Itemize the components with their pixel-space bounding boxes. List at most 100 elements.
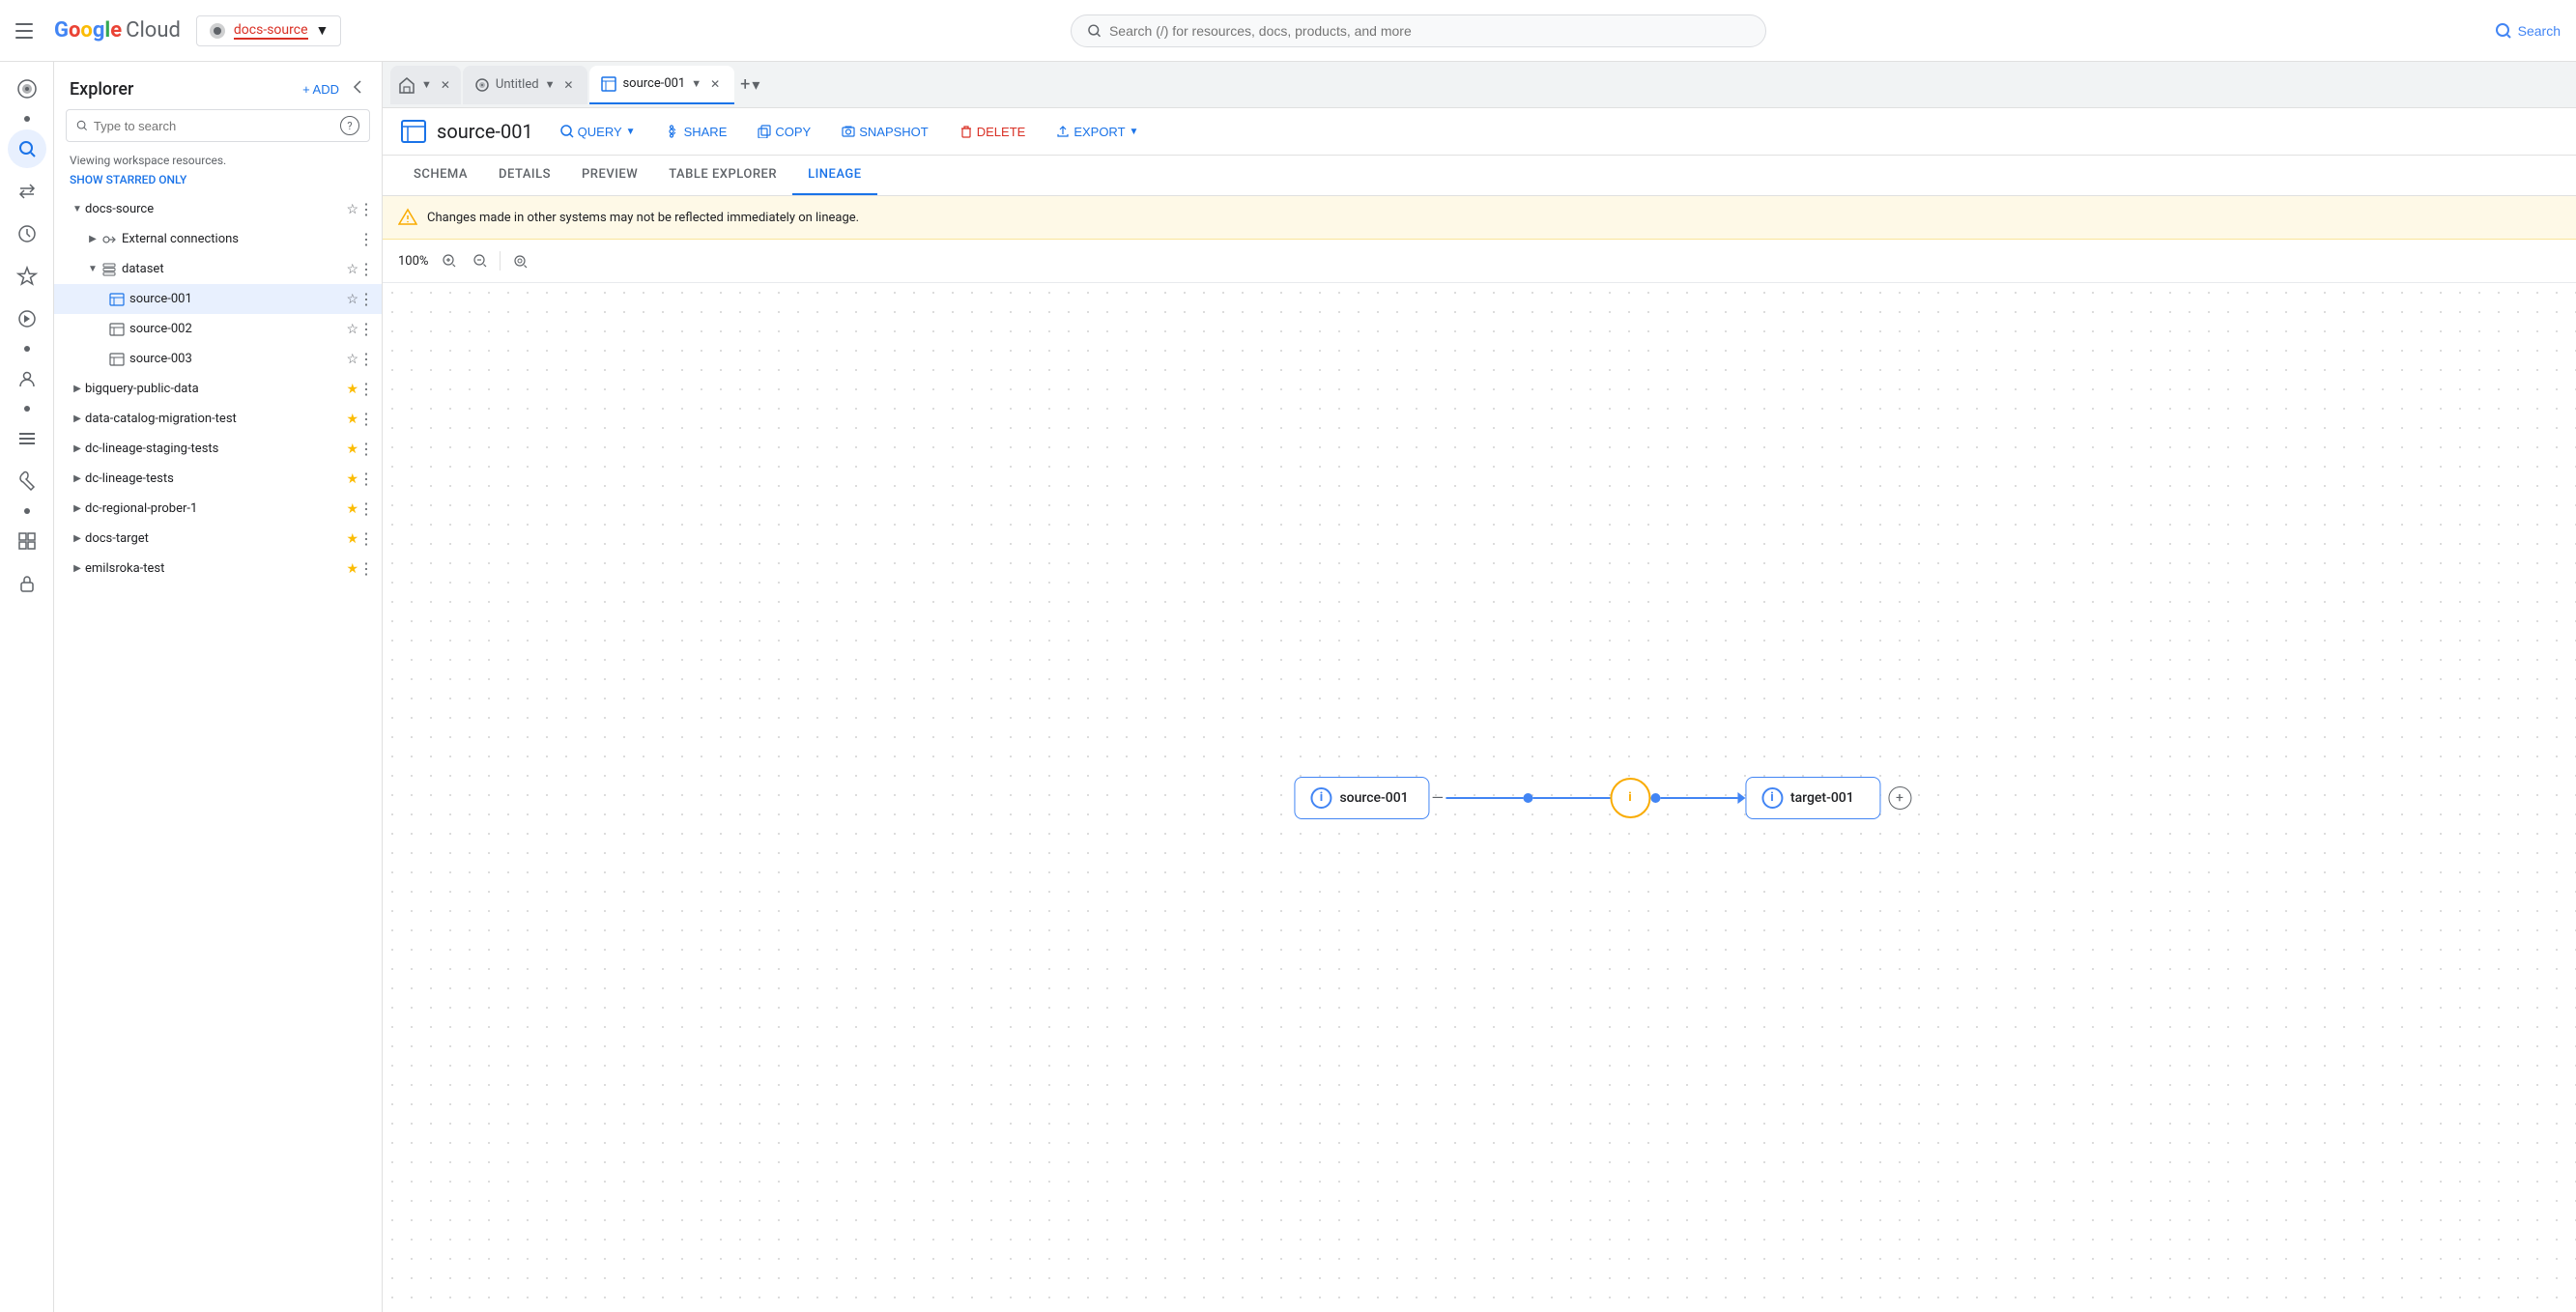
show-starred-button[interactable]: SHOW STARRED ONLY xyxy=(54,171,382,194)
tab-source-001-dropdown[interactable]: ▼ xyxy=(691,77,701,90)
home-tab-dropdown[interactable]: ▼ xyxy=(421,78,432,91)
more-source-002[interactable]: ⋮ xyxy=(358,320,374,338)
more-source-001[interactable]: ⋮ xyxy=(358,290,374,308)
sub-tab-lineage[interactable]: LINEAGE xyxy=(792,156,877,195)
tree-item-source-003[interactable]: source-003 ☆ ⋮ xyxy=(54,344,382,374)
tree-item-lineage-tests[interactable]: ▶ dc-lineage-tests ★ ⋮ xyxy=(54,464,382,494)
star-dataset[interactable]: ☆ xyxy=(346,262,358,277)
more-rp[interactable]: ⋮ xyxy=(358,499,374,518)
main-layout: Explorer + ADD ? Viewing workspace resou… xyxy=(0,62,2576,1312)
connector-1: — xyxy=(1429,788,1610,807)
query-button[interactable]: QUERY ▼ xyxy=(549,119,647,145)
more-ls[interactable]: ⋮ xyxy=(358,440,374,458)
star-dt[interactable]: ★ xyxy=(346,531,358,547)
tab-source-001-close[interactable]: ✕ xyxy=(707,76,723,92)
content-area: ▼ ✕ Untitled ▼ ✕ xyxy=(383,62,2576,1312)
explorer-search-box[interactable]: ? xyxy=(66,109,370,142)
copy-button[interactable]: COPY xyxy=(746,119,822,145)
sidebar-starred-icon[interactable] xyxy=(8,257,46,296)
sub-tab-table-explorer[interactable]: TABLE EXPLORER xyxy=(653,156,792,195)
zoom-reset-button[interactable] xyxy=(506,247,533,274)
star-et[interactable]: ★ xyxy=(346,561,358,577)
tab-source-001[interactable]: source-001 ▼ ✕ xyxy=(589,66,734,104)
more-lt[interactable]: ⋮ xyxy=(358,470,374,488)
share-button[interactable]: SHARE xyxy=(655,119,739,145)
sidebar-tools-icon[interactable] xyxy=(8,462,46,500)
sub-tab-preview[interactable]: PREVIEW xyxy=(566,156,653,195)
tree-item-data-catalog[interactable]: ▶ data-catalog-migration-test ★ ⋮ xyxy=(54,404,382,434)
snapshot-button[interactable]: SNAPSHOT xyxy=(830,119,940,145)
export-button[interactable]: EXPORT ▼ xyxy=(1045,119,1150,145)
star-source-002[interactable]: ☆ xyxy=(346,322,358,337)
star-rp[interactable]: ★ xyxy=(346,501,358,517)
more-source-003[interactable]: ⋮ xyxy=(358,350,374,368)
tab-untitled-dropdown[interactable]: ▼ xyxy=(545,78,556,91)
more-et[interactable]: ⋮ xyxy=(358,559,374,578)
tree-item-regional-prober[interactable]: ▶ dc-regional-prober-1 ★ ⋮ xyxy=(54,494,382,524)
search-button[interactable]: Search xyxy=(2495,22,2561,40)
star-bq[interactable]: ★ xyxy=(346,382,358,397)
tab-home-close[interactable]: ✕ xyxy=(438,77,453,93)
sidebar-lock-icon[interactable] xyxy=(8,564,46,603)
tab-more-button[interactable]: ▾ xyxy=(752,75,759,94)
star-ls[interactable]: ★ xyxy=(346,442,358,457)
tab-add-button[interactable]: + xyxy=(740,74,750,95)
tree-item-docs-source[interactable]: ▼ docs-source ☆ ⋮ xyxy=(54,194,382,224)
tree-item-docs-target[interactable]: ▶ docs-target ★ ⋮ xyxy=(54,524,382,554)
lineage-canvas[interactable]: i source-001 — i xyxy=(383,283,2576,1312)
lineage-node-transform[interactable]: i xyxy=(1610,778,1650,818)
lineage-node-target-001[interactable]: i target-001 xyxy=(1745,777,1880,819)
tree-item-lineage-staging[interactable]: ▶ dc-lineage-staging-tests ★ ⋮ xyxy=(54,434,382,464)
tab-untitled-label: Untitled xyxy=(496,77,539,92)
tree-item-emilsroka[interactable]: ▶ emilsroka-test ★ ⋮ xyxy=(54,554,382,584)
tree-arrow-lt: ▶ xyxy=(70,471,85,487)
sidebar-transfers-icon[interactable] xyxy=(8,172,46,211)
sidebar-search-icon[interactable] xyxy=(8,129,46,168)
search-input[interactable] xyxy=(1109,23,1750,39)
tree-label-dataset: dataset xyxy=(122,262,346,276)
star-docs-source[interactable]: ☆ xyxy=(346,202,358,217)
sidebar-person-icon[interactable] xyxy=(8,359,46,398)
sidebar-scheduled-icon[interactable] xyxy=(8,299,46,338)
tree-item-external-connections[interactable]: ▶ External connections ⋮ xyxy=(54,224,382,254)
delete-button[interactable]: DELETE xyxy=(948,119,1038,145)
star-source-003[interactable]: ☆ xyxy=(346,352,358,367)
export-icon xyxy=(1056,125,1070,138)
tree-item-dataset[interactable]: ▼ dataset ☆ ⋮ xyxy=(54,254,382,284)
sub-tab-details[interactable]: DETAILS xyxy=(483,156,566,195)
zoom-controls: 100% xyxy=(383,240,2576,283)
sub-tab-schema[interactable]: SCHEMA xyxy=(398,156,483,195)
sidebar-grid-icon[interactable] xyxy=(8,522,46,560)
global-search-bar[interactable] xyxy=(1071,14,1766,47)
explorer-title: Explorer xyxy=(70,79,133,100)
sidebar-history-icon[interactable] xyxy=(8,214,46,253)
tab-home[interactable]: ▼ ✕ xyxy=(390,66,461,104)
tab-untitled-close[interactable]: ✕ xyxy=(560,77,576,93)
hamburger-menu[interactable] xyxy=(15,19,39,43)
more-ext[interactable]: ⋮ xyxy=(358,230,374,248)
tree-item-source-002[interactable]: source-002 ☆ ⋮ xyxy=(54,314,382,344)
collapse-button[interactable] xyxy=(347,77,366,101)
more-dc[interactable]: ⋮ xyxy=(358,410,374,428)
more-dt[interactable]: ⋮ xyxy=(358,529,374,548)
star-lt[interactable]: ★ xyxy=(346,471,358,487)
more-bq[interactable]: ⋮ xyxy=(358,380,374,398)
tab-untitled[interactable]: Untitled ▼ ✕ xyxy=(463,66,588,104)
tree-item-source-001[interactable]: source-001 ☆ ⋮ xyxy=(54,284,382,314)
explorer-search-input[interactable] xyxy=(94,119,334,133)
add-button[interactable]: + ADD xyxy=(302,82,339,97)
tree-item-bigquery-public-data[interactable]: ▶ bigquery-public-data ★ ⋮ xyxy=(54,374,382,404)
sidebar-bigquery-icon[interactable] xyxy=(8,70,46,108)
zoom-in-button[interactable] xyxy=(436,247,463,274)
project-selector[interactable]: docs-source ▼ xyxy=(196,15,341,46)
sidebar-list-icon[interactable] xyxy=(8,419,46,458)
lineage-node-source-001[interactable]: i source-001 xyxy=(1294,777,1429,819)
zoom-out-button[interactable] xyxy=(467,247,494,274)
star-dc[interactable]: ★ xyxy=(346,412,358,427)
lineage-expand-button[interactable]: + xyxy=(1888,786,1911,810)
more-docs-source[interactable]: ⋮ xyxy=(358,200,374,218)
more-dataset[interactable]: ⋮ xyxy=(358,260,374,278)
google-cloud-logo[interactable]: Google Cloud xyxy=(54,18,181,43)
star-source-001[interactable]: ☆ xyxy=(346,292,358,307)
search-help-icon[interactable]: ? xyxy=(340,116,359,135)
